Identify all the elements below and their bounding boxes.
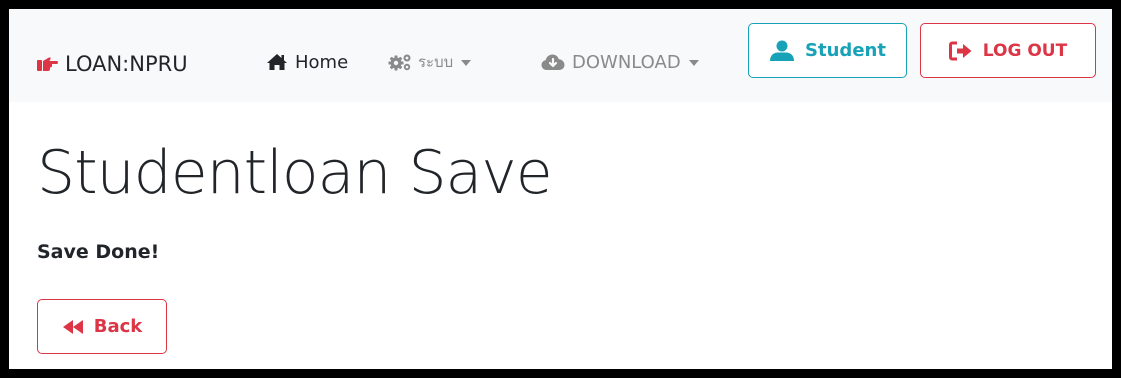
nav-download-dropdown[interactable]: DOWNLOAD xyxy=(541,49,699,75)
hand-point-right-icon xyxy=(37,57,58,71)
student-button[interactable]: Student xyxy=(748,23,907,78)
nav-system-dropdown[interactable]: ระบบ xyxy=(388,49,472,75)
chevron-down-icon xyxy=(688,60,699,66)
cogs-icon xyxy=(388,54,411,71)
browser-viewport: LOAN:NPRU Home ระบบ DOWNLOAD Student LOG… xyxy=(9,9,1112,369)
sign-out-icon xyxy=(948,41,972,60)
page-title: Studentloan Save xyxy=(37,138,553,208)
cloud-download-icon xyxy=(541,54,565,70)
back-button[interactable]: Back xyxy=(37,299,167,354)
brand-link[interactable]: LOAN:NPRU xyxy=(37,49,188,79)
nav-home-label: Home xyxy=(295,51,349,73)
user-icon xyxy=(770,40,795,61)
nav-download-label: DOWNLOAD xyxy=(572,51,681,73)
back-label: Back xyxy=(93,316,143,337)
brand-text: LOAN:NPRU xyxy=(65,52,188,76)
status-message: Save Done! xyxy=(37,241,160,263)
nav-system-label: ระบบ xyxy=(418,53,454,71)
chevron-down-icon xyxy=(461,60,472,66)
backward-icon xyxy=(62,319,83,334)
logout-button[interactable]: LOG OUT xyxy=(920,23,1096,78)
nav-home-link[interactable]: Home xyxy=(266,49,348,75)
logout-label: LOG OUT xyxy=(982,40,1068,61)
student-label: Student xyxy=(805,40,886,61)
navbar: LOAN:NPRU Home ระบบ DOWNLOAD Student LOG… xyxy=(9,9,1112,102)
home-icon xyxy=(267,54,287,70)
